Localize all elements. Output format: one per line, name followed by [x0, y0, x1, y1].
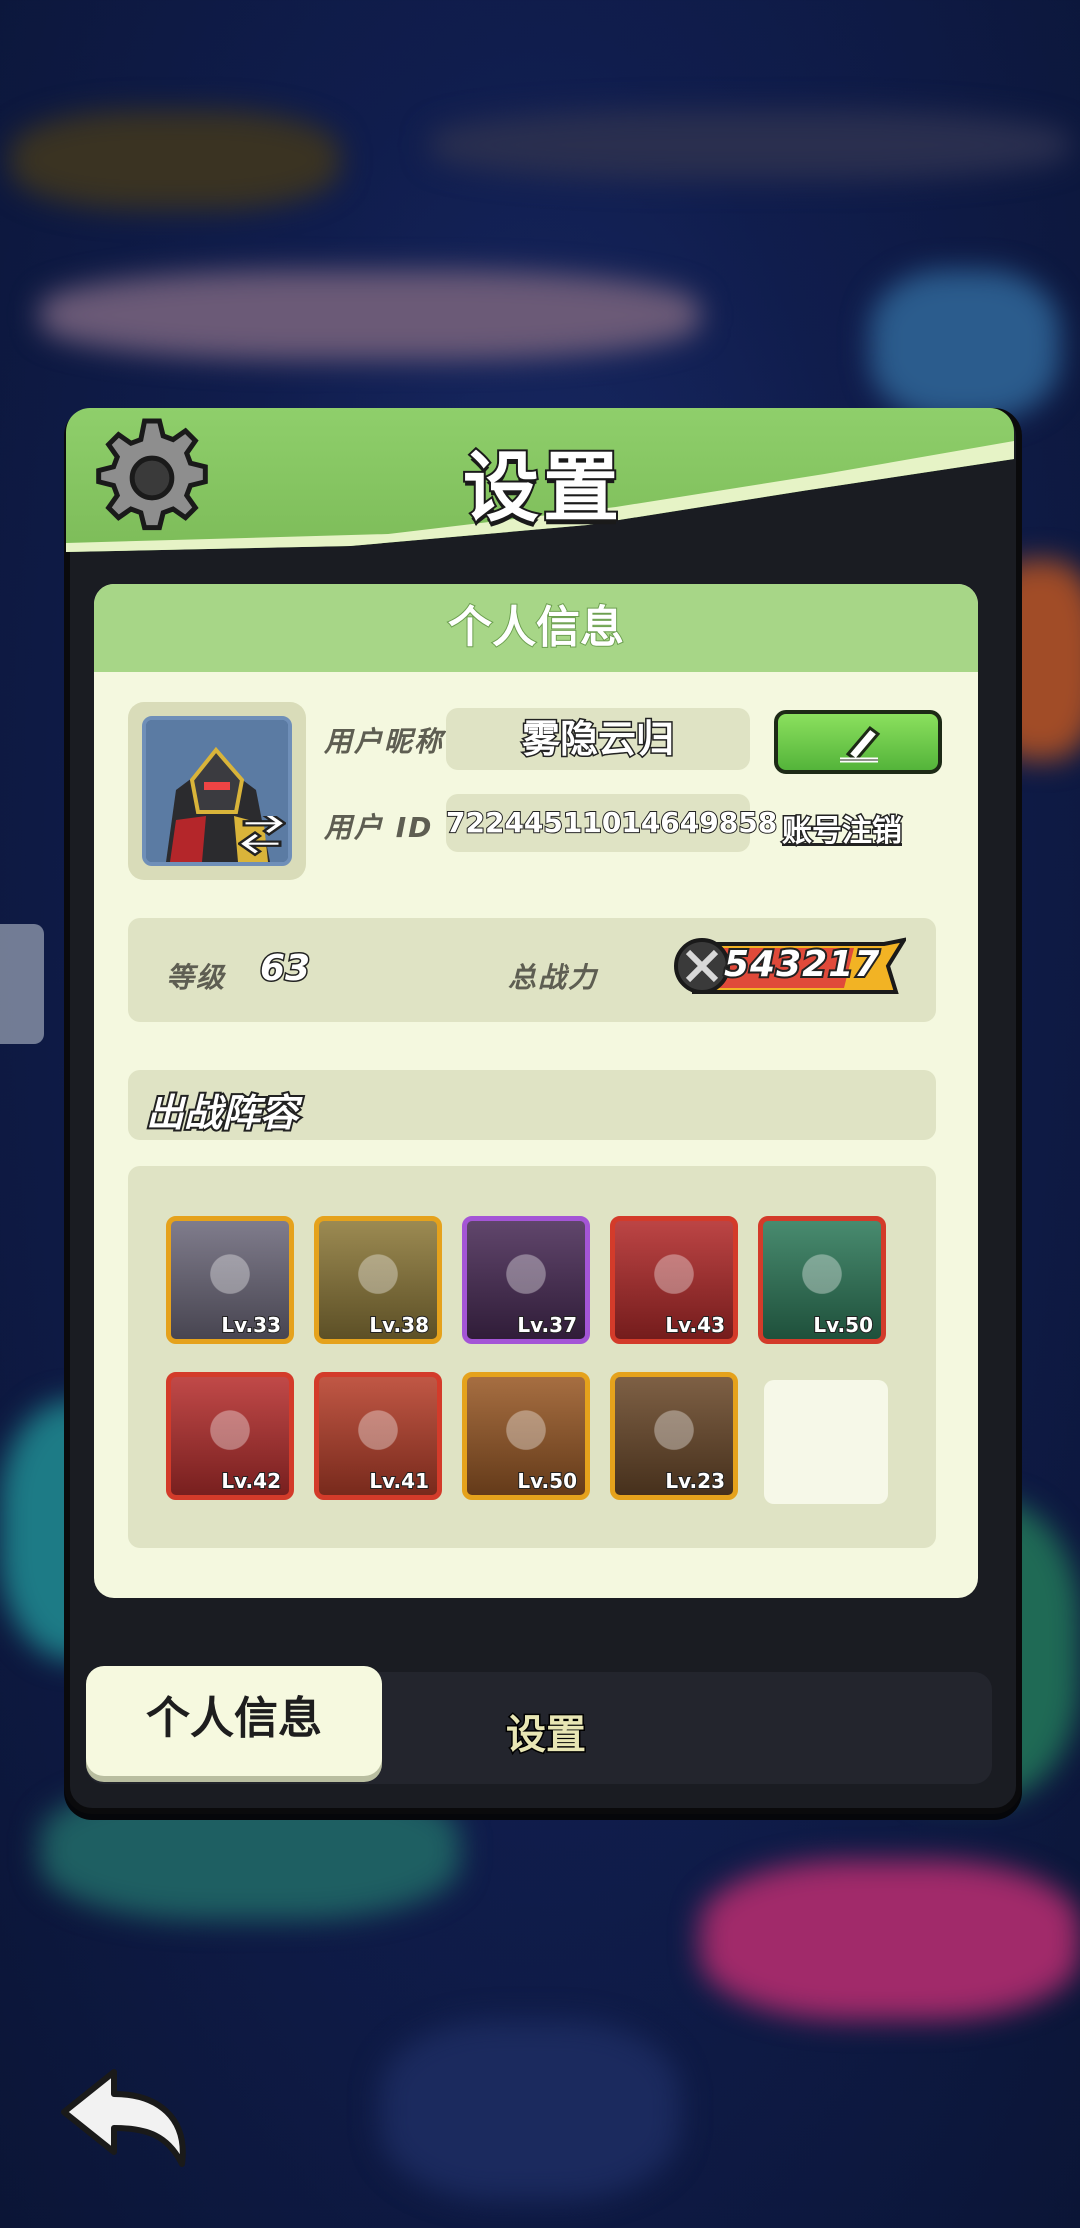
hero-slot[interactable]: Lv.37: [462, 1216, 590, 1344]
lineup-header: 出战阵容: [128, 1070, 936, 1140]
hero-level: Lv.42: [220, 1468, 282, 1494]
side-device-icon: [0, 924, 44, 1044]
stats-bar: 等级 63 总战力 543217: [128, 918, 936, 1022]
hero-slot[interactable]: Lv.33: [166, 1216, 294, 1344]
power-label: 总战力: [508, 961, 599, 994]
dialog-title: 设置: [461, 441, 623, 534]
hero-slot[interactable]: Lv.41: [314, 1372, 442, 1500]
user-id-field: 72244511014649858: [445, 794, 778, 852]
avatar-frame[interactable]: [128, 702, 306, 880]
settings-dialog: 设置 个人信息 用户昵称 雾隐云归 用户 ID 7224451101464985…: [64, 408, 1022, 1814]
nickname-field: 雾隐云归: [446, 708, 750, 770]
hero-slot[interactable]: Lv.43: [610, 1216, 738, 1344]
section-title: 个人信息: [94, 584, 978, 672]
tab-settings[interactable]: 设置: [505, 1702, 588, 1760]
level-value: 63: [258, 947, 311, 991]
hero-slot[interactable]: Lv.23: [610, 1372, 738, 1500]
hero-level: Lv.50: [812, 1312, 874, 1338]
tab-bar: 个人信息 设置: [86, 1666, 992, 1784]
pencil-icon: [840, 725, 881, 763]
hero-level: Lv.41: [368, 1468, 430, 1494]
hero-slot[interactable]: Lv.38: [314, 1216, 442, 1344]
level-label: 等级: [166, 961, 227, 994]
hero-slot[interactable]: Lv.50: [758, 1216, 886, 1344]
profile-card: 个人信息 用户昵称 雾隐云归 用户 ID 72244511014649858 账…: [94, 584, 978, 1598]
edit-nickname-button[interactable]: [774, 710, 942, 774]
lineup-title: 出战阵容: [144, 1089, 300, 1137]
avatar[interactable]: [142, 716, 292, 866]
hero-slot[interactable]: Lv.42: [166, 1372, 294, 1500]
hero-level: Lv.37: [516, 1312, 578, 1338]
power-value: 543217: [722, 942, 881, 987]
back-arrow-icon[interactable]: [56, 2066, 196, 2170]
hero-level: Lv.38: [368, 1312, 430, 1338]
swap-icon[interactable]: [238, 816, 286, 860]
hero-level: Lv.33: [220, 1312, 282, 1338]
empty-hero-slot[interactable]: [764, 1380, 888, 1504]
hero-level: Lv.43: [664, 1312, 726, 1338]
hero-level: Lv.23: [664, 1468, 726, 1494]
hero-slot[interactable]: Lv.50: [462, 1372, 590, 1500]
hero-level: Lv.50: [516, 1468, 578, 1494]
user-id-label: 用户 ID: [324, 811, 434, 844]
delete-account-link[interactable]: 账号注销: [781, 806, 904, 851]
tab-profile[interactable]: 个人信息: [86, 1666, 382, 1776]
nickname-label: 用户昵称: [324, 725, 445, 758]
lineup-grid: Lv.33 Lv.38 Lv.37 Lv.43 Lv.50 Lv.42 Lv.41 Lv.50…: [128, 1166, 936, 1548]
